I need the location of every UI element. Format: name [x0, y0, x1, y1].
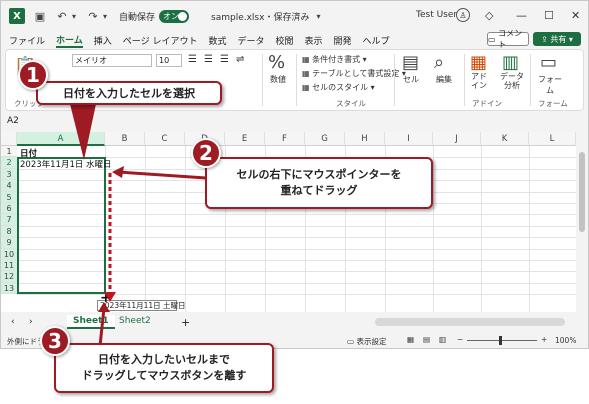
callout-1-text: 日付を入力したセルを選択 [63, 87, 195, 100]
callout-2-text-line1: セルの右下にマウスポインターを [236, 168, 402, 181]
callout-1-badge: 1 [18, 60, 48, 90]
callout-2-text-line2: 重ねてドラッグ [280, 184, 358, 197]
callout-2-arrow-head [112, 166, 124, 178]
callout-1-pointer [70, 104, 96, 160]
callout-1: 日付を入力したセルを選択 [36, 81, 222, 105]
callout-3: 日付を入力したいセルまで ドラッグしてマウスボタンを離す [54, 343, 274, 393]
callout-3-arrow [98, 307, 106, 347]
callout-3-badge: 3 [40, 326, 70, 356]
callout-3-text-line2: ドラッグしてマウスボタンを離す [81, 369, 247, 382]
drag-arrow-head [104, 292, 116, 302]
callout-3-text-line1: 日付を入力したいセルまで [98, 353, 230, 366]
callout-2: セルの右下にマウスポインターを 重ねてドラッグ [205, 157, 433, 209]
callout-3-arrow-head [98, 302, 110, 312]
callout-2-arrow [117, 170, 207, 180]
callout-2-badge: 2 [191, 138, 221, 168]
